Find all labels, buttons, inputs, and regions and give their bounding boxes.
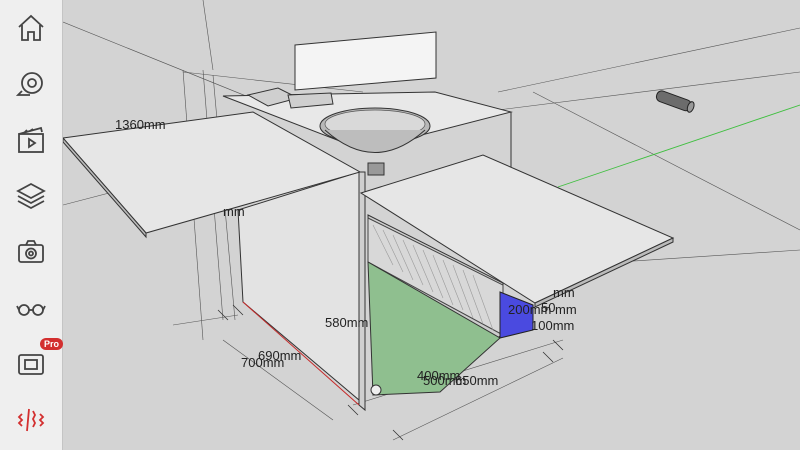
dimension-label: mm (555, 302, 577, 317)
dimension-label: 50 (541, 300, 556, 315)
dimension-label: 650mm (455, 373, 499, 388)
green-axis (557, 104, 800, 188)
section-plane-icon[interactable] (11, 400, 51, 440)
dimension-label: mm (223, 204, 245, 219)
dimension-label: 700mm (241, 355, 285, 370)
scenes-icon[interactable] (11, 120, 51, 160)
camera-icon[interactable] (11, 232, 51, 272)
3d-viewport[interactable]: 1360mm mm 580mm 690mm 700mm mm 200mm 50 … (63, 0, 800, 450)
glasses-icon[interactable] (11, 288, 51, 328)
tape-measure-icon[interactable] (11, 64, 51, 104)
home-icon[interactable] (11, 8, 51, 48)
toolbar: Pro (0, 0, 64, 450)
dimension-label: 1360mm (115, 117, 166, 132)
pipe-object (655, 90, 695, 113)
dimension-label: 580mm (325, 315, 369, 330)
ar-icon[interactable]: Pro (11, 338, 64, 384)
backsplash-panel (294, 31, 437, 91)
layers-icon[interactable] (11, 176, 51, 216)
pro-badge: Pro (40, 338, 64, 350)
dimension-label: 100mm (531, 318, 575, 333)
dimension-label: mm (553, 285, 575, 300)
